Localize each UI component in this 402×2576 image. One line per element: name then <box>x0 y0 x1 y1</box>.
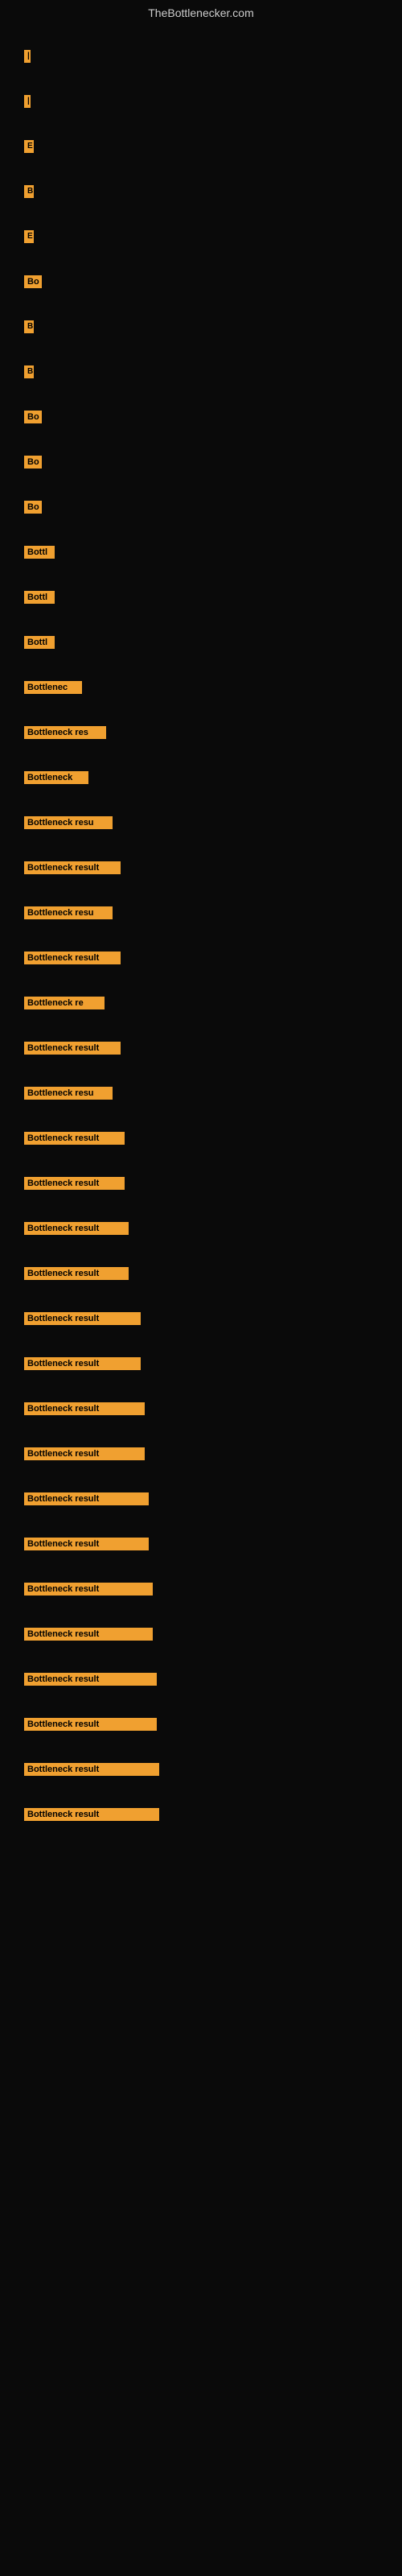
bar-label: E <box>24 140 34 153</box>
bar-row: Bottleneck result <box>16 1113 386 1158</box>
bar-label: | <box>24 50 31 63</box>
bar-label: Bottleneck result <box>24 1402 145 1415</box>
site-title-container: TheBottlenecker.com <box>0 0 402 23</box>
bar-label: B <box>24 365 34 378</box>
bar-label: Bo <box>24 456 42 469</box>
bar-row: Bottl <box>16 572 386 617</box>
bar-label: Bottleneck result <box>24 1583 153 1596</box>
bar-row: Bottleneck resu <box>16 887 386 932</box>
bar-label: Bottl <box>24 636 55 649</box>
bar-label: Bottleneck resu <box>24 816 113 829</box>
chart-area: | | E B E Bo B B Bo Bo Bo Bottl Bottl Bottl Bottlenec B… <box>0 23 402 1842</box>
bar-row: Bottleneck re <box>16 977 386 1022</box>
bar-label: Bottl <box>24 546 55 559</box>
bar-row: | <box>16 76 386 121</box>
bar-row: Bottl <box>16 617 386 662</box>
bar-row: Bottleneck result <box>16 1383 386 1428</box>
bar-row: Bottleneck <box>16 752 386 797</box>
bar-row: Bottleneck result <box>16 1608 386 1653</box>
bar-label: Bottleneck resu <box>24 906 113 919</box>
bar-label: Bottleneck result <box>24 1492 149 1505</box>
bar-row: Bottleneck result <box>16 1248 386 1293</box>
bar-row: Bottleneck result <box>16 1338 386 1383</box>
bar-label: Bo <box>24 501 42 514</box>
bar-label: B <box>24 320 34 333</box>
bar-label: Bottleneck result <box>24 1357 141 1370</box>
bar-label: Bottleneck result <box>24 1808 159 1821</box>
site-title: TheBottlenecker.com <box>0 0 402 23</box>
bar-label: Bottleneck result <box>24 1177 125 1190</box>
bar-label: Bottleneck re <box>24 997 105 1009</box>
bar-row: Bottlenec <box>16 662 386 707</box>
bar-row: Bottleneck result <box>16 1022 386 1067</box>
bar-row: Bottleneck result <box>16 842 386 887</box>
bar-row: Bo <box>16 391 386 436</box>
bar-row: Bottleneck result <box>16 1653 386 1699</box>
bar-label: Bottl <box>24 591 55 604</box>
bar-label: Bottleneck res <box>24 726 106 739</box>
bar-row: Bottleneck resu <box>16 797 386 842</box>
bar-row: Bottleneck result <box>16 1473 386 1518</box>
bar-row: Bottleneck result <box>16 1518 386 1563</box>
bar-row: Bo <box>16 481 386 526</box>
bar-row: | <box>16 31 386 76</box>
bar-label: | <box>24 95 31 108</box>
bar-label: Bottleneck result <box>24 1222 129 1235</box>
bar-label: Bottleneck result <box>24 1718 157 1731</box>
bar-label: Bottleneck resu <box>24 1087 113 1100</box>
bar-row: E <box>16 121 386 166</box>
bar-row: Bottleneck resu <box>16 1067 386 1113</box>
bar-row: Bottleneck result <box>16 1158 386 1203</box>
bar-label: Bottleneck result <box>24 1628 153 1641</box>
bar-label: Bo <box>24 411 42 423</box>
bar-label: Bottleneck result <box>24 861 121 874</box>
bar-label: Bottleneck result <box>24 1312 141 1325</box>
bar-row: Bottl <box>16 526 386 572</box>
bar-row: Bottleneck result <box>16 1699 386 1744</box>
bar-label: B <box>24 185 34 198</box>
bar-row: Bottleneck result <box>16 1203 386 1248</box>
bar-label: Bottleneck result <box>24 1042 121 1055</box>
bar-row: Bottleneck result <box>16 1744 386 1789</box>
bar-label: Bo <box>24 275 42 288</box>
bar-label: Bottlenec <box>24 681 82 694</box>
bar-row: B <box>16 346 386 391</box>
bar-row: Bo <box>16 436 386 481</box>
bar-label: Bottleneck <box>24 771 88 784</box>
bar-label: Bottleneck result <box>24 1673 157 1686</box>
bar-label: Bottleneck result <box>24 1538 149 1550</box>
bar-row: Bo <box>16 256 386 301</box>
bar-row: Bottleneck result <box>16 1428 386 1473</box>
bar-row: Bottleneck res <box>16 707 386 752</box>
bar-row: B <box>16 301 386 346</box>
bar-label: Bottleneck result <box>24 1447 145 1460</box>
bar-row: Bottleneck result <box>16 1563 386 1608</box>
bar-label: Bottleneck result <box>24 1132 125 1145</box>
bar-row: Bottleneck result <box>16 932 386 977</box>
bar-row: E <box>16 211 386 256</box>
bar-row: Bottleneck result <box>16 1293 386 1338</box>
bar-label: Bottleneck result <box>24 1763 159 1776</box>
bar-label: Bottleneck result <box>24 952 121 964</box>
bar-label: E <box>24 230 34 243</box>
bar-label: Bottleneck result <box>24 1267 129 1280</box>
bar-row: B <box>16 166 386 211</box>
bar-row: Bottleneck result <box>16 1789 386 1834</box>
